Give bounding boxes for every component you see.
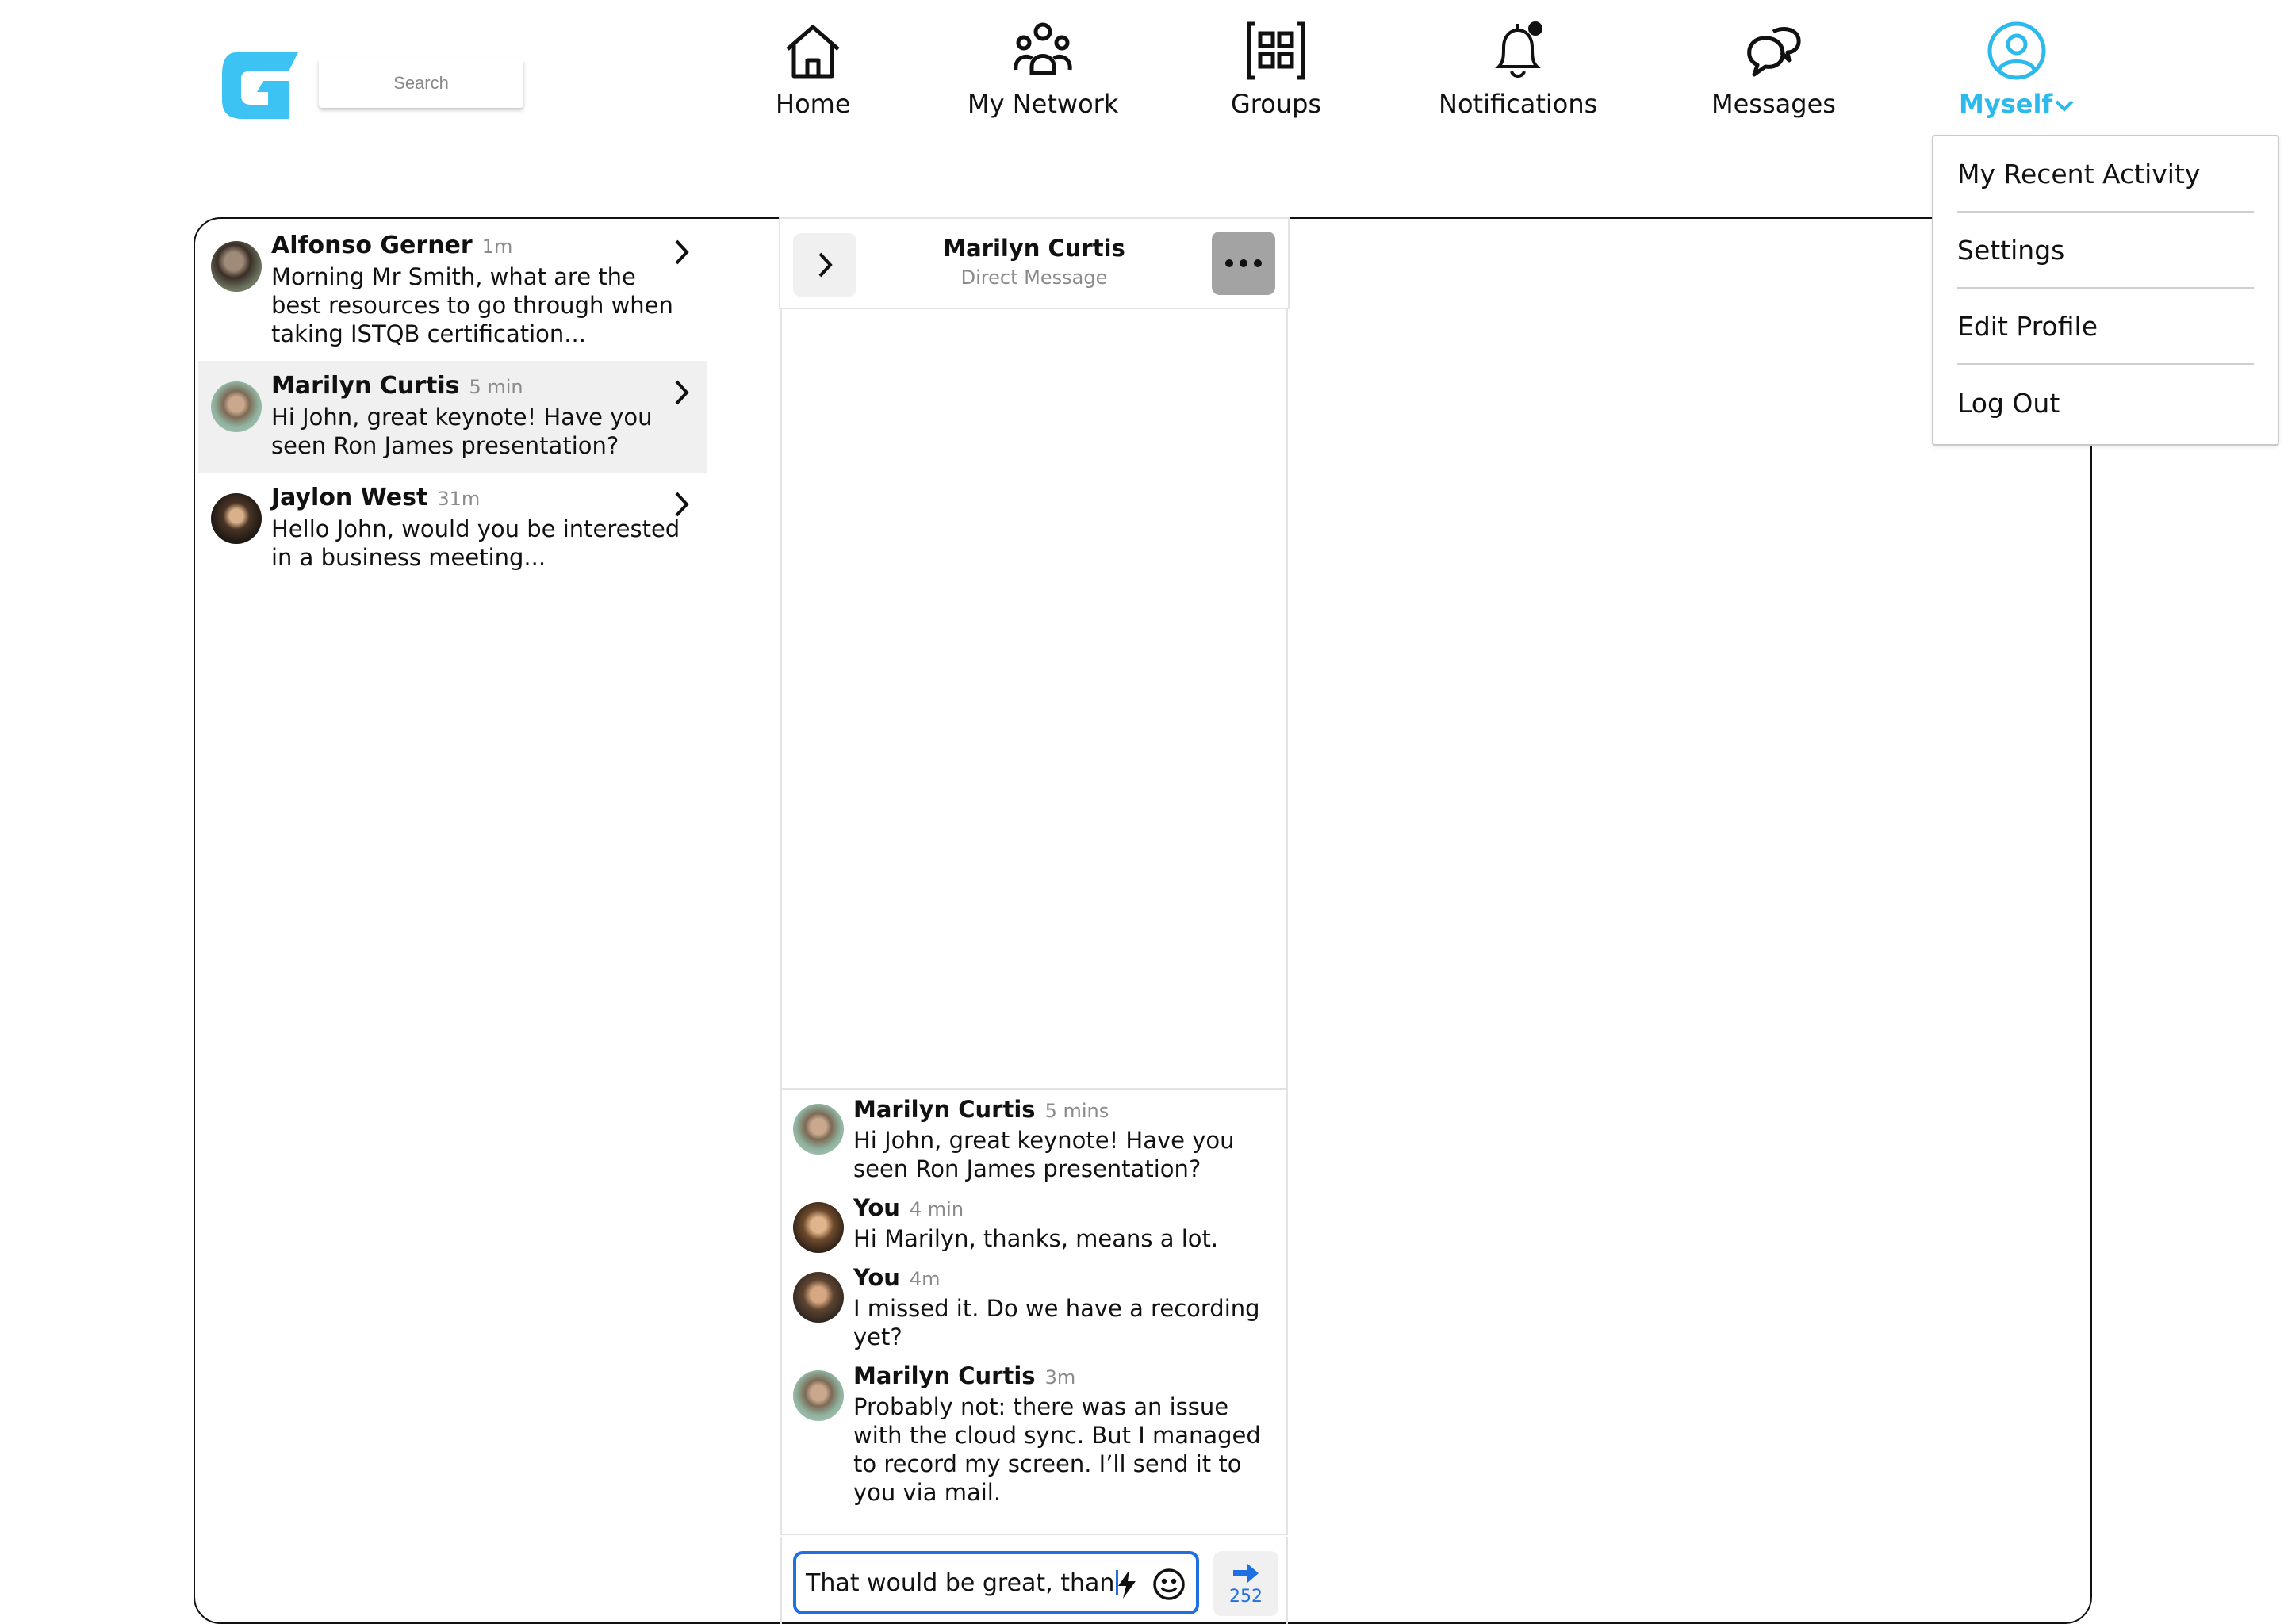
avatar — [793, 1202, 844, 1253]
send-button[interactable]: 252 — [1213, 1551, 1278, 1616]
character-count: 252 — [1229, 1586, 1263, 1607]
chat-header: Marilyn Curtis Direct Message — [779, 217, 1290, 309]
avatar — [793, 1104, 844, 1155]
message-thread: Marilyn Curtis 5 mins Hi John, great key… — [780, 1088, 1288, 1535]
contact-name: Alfonso Gerner — [271, 232, 473, 259]
search-box[interactable] — [319, 59, 523, 108]
avatar — [211, 381, 262, 432]
menu-item-settings[interactable]: Settings — [1957, 213, 2254, 289]
lightning-icon[interactable] — [1115, 1568, 1139, 1600]
message-sender: You — [853, 1194, 900, 1221]
chat-scroll-area — [780, 309, 1288, 1088]
avatar — [793, 1370, 844, 1421]
avatar — [211, 241, 262, 292]
conversation-item[interactable]: Jaylon West 31m Hello John, would you be… — [198, 473, 707, 584]
conversation-item[interactable]: Marilyn Curtis 5 min Hi John, great keyn… — [198, 361, 707, 473]
conversation-time: 1m — [481, 236, 513, 258]
message-sender: Marilyn Curtis — [853, 1096, 1036, 1123]
myself-dropdown: My Recent Activity Settings Edit Profile… — [1932, 135, 2279, 446]
chevron-right-icon — [818, 252, 833, 278]
network-icon — [1010, 17, 1076, 84]
app-logo — [222, 52, 298, 119]
nav-groups-label: Groups — [1231, 89, 1322, 119]
message: Marilyn Curtis 3m Probably not: there wa… — [793, 1362, 1275, 1507]
message-time: 4 min — [909, 1198, 964, 1220]
compose-bar: That would be great, than 252 — [780, 1537, 1288, 1624]
conversation-preview: Hi John, great keynote! Have you seen Ro… — [271, 404, 653, 459]
nav-my-network-label: My Network — [968, 89, 1119, 119]
contact-name: Marilyn Curtis — [271, 372, 460, 400]
search-input[interactable] — [319, 59, 523, 108]
menu-item-log-out[interactable]: Log Out — [1957, 365, 2254, 441]
chat-bubbles-icon — [1740, 17, 1807, 84]
chat-contact-name: Marilyn Curtis — [943, 235, 1125, 262]
chat-title: Marilyn Curtis Direct Message — [876, 235, 1193, 289]
nav-notifications-label: Notifications — [1439, 89, 1598, 119]
nav-myself[interactable]: Myself — [1959, 17, 2075, 128]
message-input-value: That would be great, than — [806, 1568, 1115, 1597]
chat-subtitle: Direct Message — [960, 266, 1108, 289]
nav-my-network[interactable]: My Network — [968, 17, 1118, 128]
conversation-item[interactable]: Alfonso Gerner 1m Morning Mr Smith, what… — [198, 220, 707, 361]
chevron-right-icon — [675, 239, 689, 265]
conversation-list: Alfonso Gerner 1m Morning Mr Smith, what… — [198, 220, 707, 584]
menu-item-edit-profile[interactable]: Edit Profile — [1957, 289, 2254, 365]
collapse-button[interactable] — [793, 233, 856, 297]
message-sender: You — [853, 1264, 900, 1291]
nav-messages-label: Messages — [1711, 89, 1836, 119]
user-circle-icon — [1983, 17, 2050, 84]
message-text: I missed it. Do we have a recording yet? — [853, 1295, 1260, 1350]
bell-icon — [1485, 17, 1551, 84]
home-icon — [780, 17, 846, 84]
chevron-right-icon — [675, 492, 689, 517]
message: You 4 min Hi Marilyn, thanks, means a lo… — [793, 1194, 1275, 1253]
conversation-time: 5 min — [469, 376, 523, 398]
conversation-time: 31m — [437, 488, 481, 510]
groups-icon — [1243, 17, 1309, 84]
message: Marilyn Curtis 5 mins Hi John, great key… — [793, 1096, 1275, 1183]
avatar — [793, 1272, 844, 1323]
message-text: Hi Marilyn, thanks, means a lot. — [853, 1225, 1219, 1252]
message-input[interactable]: That would be great, than — [793, 1551, 1199, 1614]
nav-groups[interactable]: Groups — [1231, 17, 1321, 128]
nav-myself-label: Myself — [1959, 89, 2075, 119]
menu-item-recent-activity[interactable]: My Recent Activity — [1957, 136, 2254, 213]
nav-home[interactable]: Home — [776, 17, 851, 128]
message-time: 4m — [909, 1268, 941, 1290]
message-text: Probably not: there was an issue with th… — [853, 1393, 1261, 1506]
more-options-button[interactable] — [1212, 232, 1275, 295]
arrow-right-icon — [1233, 1563, 1259, 1583]
nav-home-label: Home — [776, 89, 851, 119]
chevron-down-icon — [2055, 100, 2074, 112]
nav-messages[interactable]: Messages — [1711, 17, 1836, 128]
contact-name: Jaylon West — [271, 484, 428, 511]
conversation-preview: Morning Mr Smith, what are the best reso… — [271, 263, 673, 347]
emoji-icon[interactable] — [1152, 1567, 1186, 1602]
message-sender: Marilyn Curtis — [853, 1362, 1036, 1389]
more-dots-icon — [1225, 259, 1262, 267]
nav-notifications[interactable]: Notifications — [1439, 17, 1597, 128]
chevron-right-icon — [675, 380, 689, 405]
avatar — [211, 493, 262, 544]
message-time: 3m — [1044, 1366, 1076, 1388]
message-text: Hi John, great keynote! Have you seen Ro… — [853, 1127, 1235, 1182]
message-time: 5 mins — [1044, 1100, 1109, 1122]
message: You 4m I missed it. Do we have a recordi… — [793, 1264, 1275, 1351]
conversation-preview: Hello John, would you be interested in a… — [271, 515, 680, 571]
